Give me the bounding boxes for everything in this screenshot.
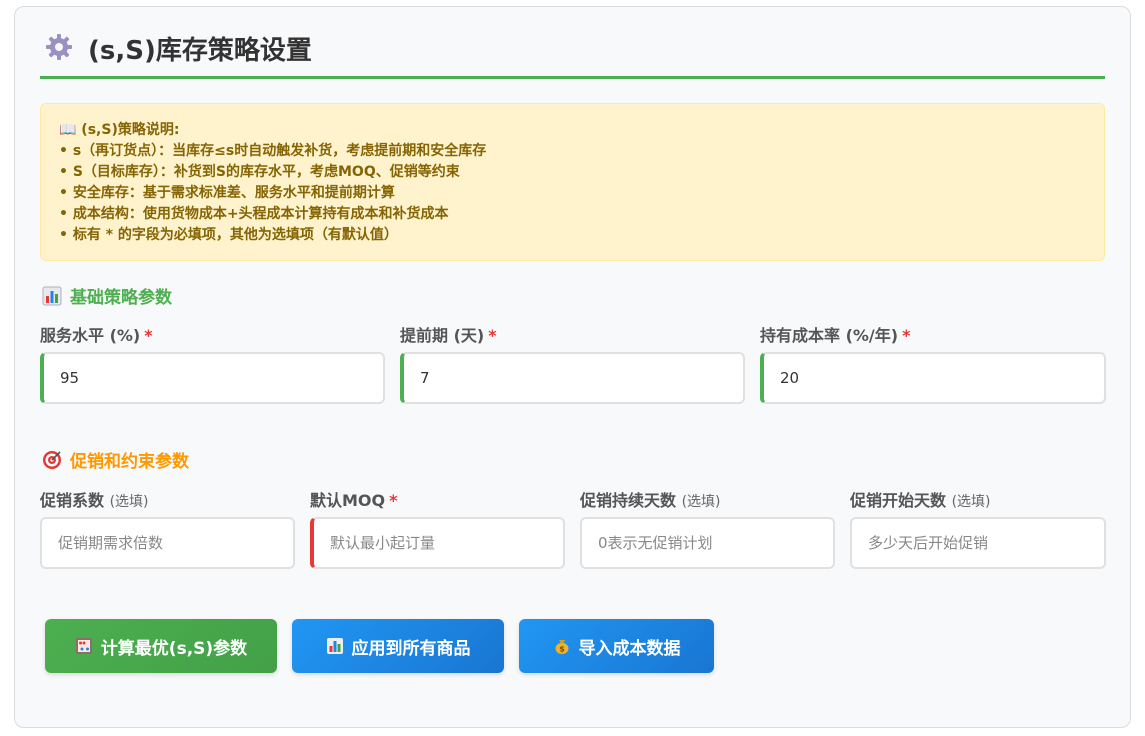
info-line: • 成本结构：使用货物成本+头程成本计算持有成本和补货成本 (59, 206, 449, 222)
section-promo-title: 促销和约束参数 (42, 447, 189, 472)
required-mark: * (488, 326, 497, 345)
calculate-label: 计算最优(s,S)参数 (100, 638, 248, 659)
bar-chart-icon (326, 638, 343, 654)
default-moq-field: 默认MOQ * (310, 487, 565, 569)
target-icon (43, 451, 61, 469)
info-line: • 安全库存：基于需求标准差、服务水平和提前期计算 (59, 185, 395, 201)
required-mark: * (902, 326, 911, 345)
info-title: 📖 (s,S)策略说明: (59, 122, 180, 138)
promo-factor-label: 促销系数 (选填) (40, 491, 149, 510)
strategy-info-box: 📖 (s,S)策略说明: • s（再订货点）：当库存≤s时自动触发补货，考虑提前… (40, 103, 1105, 261)
service-level-field: 服务水平 (%) * (40, 322, 385, 404)
service-level-input[interactable] (40, 352, 385, 404)
apply-all-label: 应用到所有商品 (351, 638, 471, 659)
promo-factor-field: 促销系数 (选填) (40, 487, 295, 569)
section-basic-label: 基础策略参数 (70, 288, 172, 308)
holding-cost-field: 持有成本率 (%/年) * (760, 322, 1106, 404)
page-header: (s,S)库存策略设置 (40, 28, 1105, 79)
promo-start-field: 促销开始天数 (选填) (850, 487, 1106, 569)
promo-duration-field: 促销持续天数 (选填) (580, 487, 835, 569)
gear-icon (46, 34, 72, 60)
abacus-icon (75, 638, 92, 654)
promo-duration-label: 促销持续天数 (选填) (580, 491, 721, 510)
holding-cost-input[interactable] (760, 352, 1106, 404)
holding-cost-label: 持有成本率 (%/年) * (760, 326, 911, 345)
promo-factor-input[interactable] (40, 517, 295, 569)
service-level-label: 服务水平 (%) * (40, 326, 153, 345)
bar-chart-icon (42, 286, 62, 306)
money-bag-icon: $ (555, 640, 568, 654)
promo-start-input[interactable] (850, 517, 1106, 569)
import-cost-label: 导入成本数据 (578, 638, 681, 659)
required-mark: * (389, 491, 398, 510)
section-basic-title: 基础策略参数 (42, 283, 172, 308)
page-title: (s,S)库存策略设置 (88, 36, 312, 66)
section-promo-label: 促销和约束参数 (70, 452, 189, 472)
info-line: • s（再订货点）：当库存≤s时自动触发补货，考虑提前期和安全库存 (59, 143, 487, 159)
info-line: • 标有 * 的字段为必填项，其他为选填项（有默认值） (59, 227, 398, 243)
optional-mark: (选填) (681, 494, 721, 510)
default-moq-label: 默认MOQ * (310, 491, 398, 510)
info-line: • S（目标库存）：补货到S的库存水平，考虑MOQ、促销等约束 (59, 164, 460, 180)
optional-mark: (选填) (109, 494, 149, 510)
optional-mark: (选填) (951, 494, 991, 510)
calculate-button[interactable]: 计算最优(s,S)参数 (45, 619, 277, 673)
apply-all-button[interactable]: 应用到所有商品 (292, 619, 504, 673)
default-moq-input[interactable] (310, 517, 565, 569)
promo-start-label: 促销开始天数 (选填) (850, 491, 991, 510)
import-cost-button[interactable]: $ 导入成本数据 (519, 619, 714, 673)
required-mark: * (144, 326, 153, 345)
svg-text:$: $ (559, 645, 565, 654)
lead-time-input[interactable] (400, 352, 745, 404)
lead-time-label: 提前期 (天) * (400, 326, 497, 345)
promo-duration-input[interactable] (580, 517, 835, 569)
lead-time-field: 提前期 (天) * (400, 322, 745, 404)
